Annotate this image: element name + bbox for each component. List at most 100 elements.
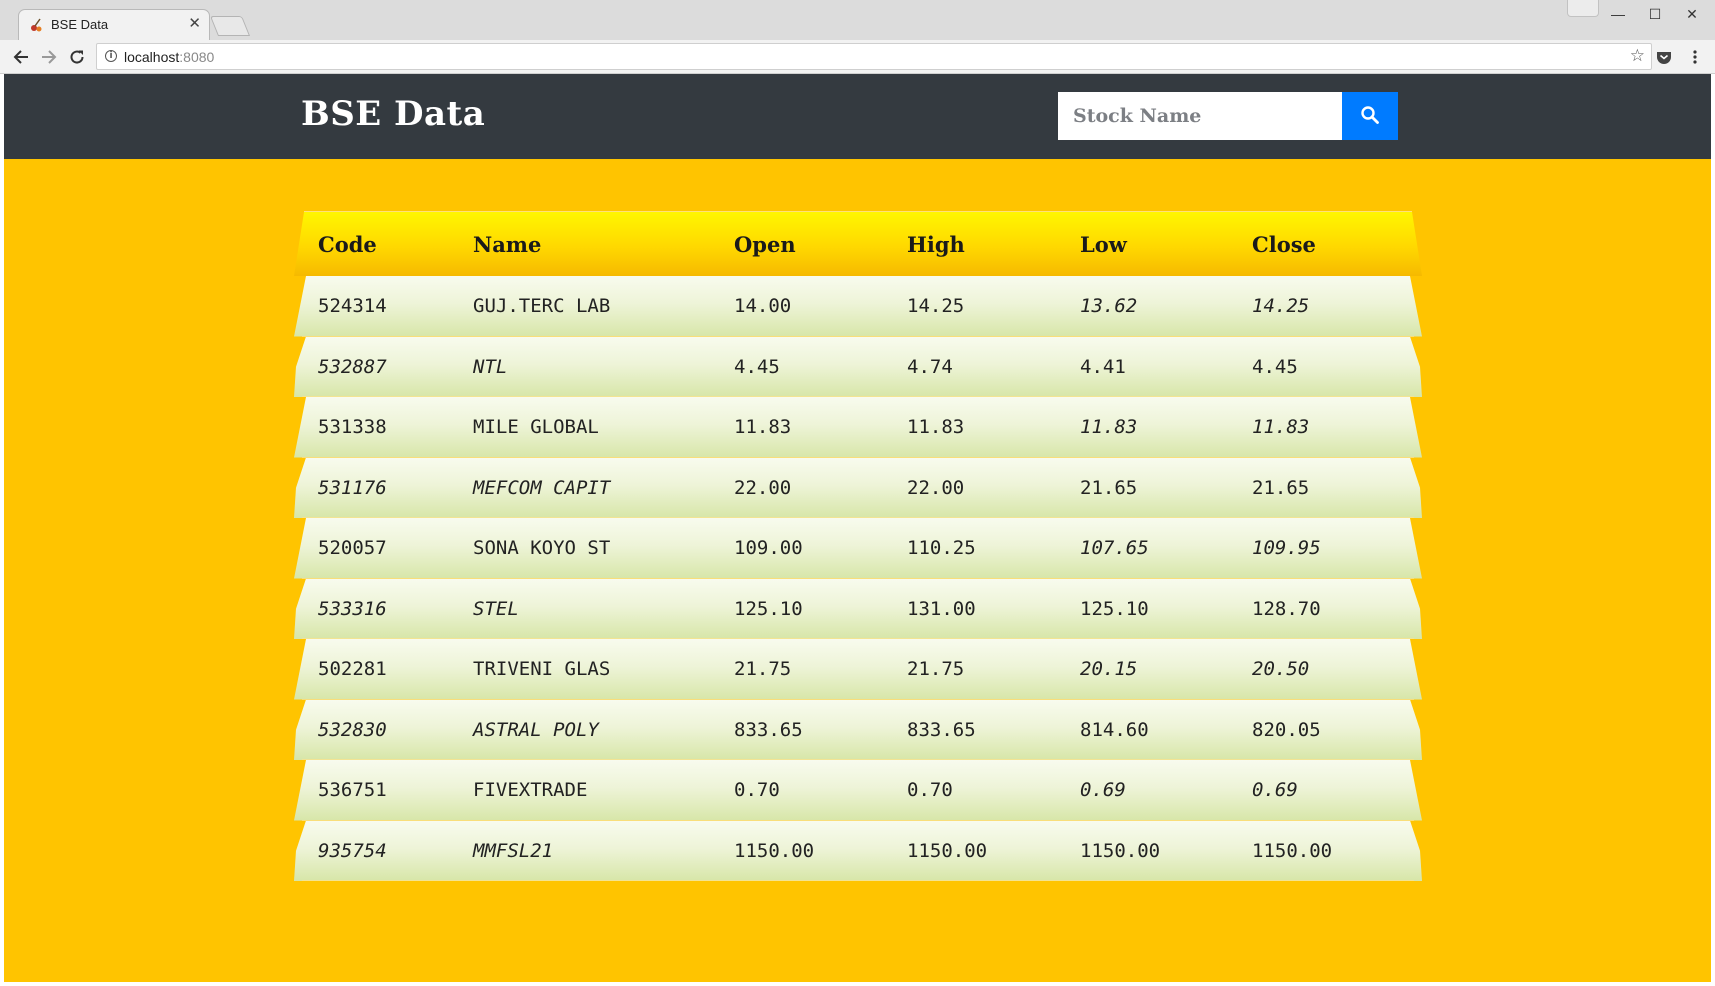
cell-code: 524314 bbox=[318, 295, 387, 318]
cell-close: 820.05 bbox=[1252, 718, 1321, 741]
tab-close-icon[interactable]: ✕ bbox=[188, 15, 201, 33]
navbar: BSE Data bbox=[4, 74, 1711, 159]
minimize-icon[interactable]: — bbox=[1600, 6, 1636, 22]
cell-close: 0.69 bbox=[1252, 779, 1298, 802]
cell-high: 11.83 bbox=[907, 416, 965, 439]
column-header-close[interactable]: Close bbox=[1252, 212, 1316, 276]
search-icon bbox=[1360, 105, 1380, 128]
cell-low: 0.69 bbox=[1080, 779, 1126, 802]
table-header-row: Code Name Open High Low Close bbox=[294, 212, 1422, 276]
search-button[interactable] bbox=[1342, 92, 1398, 140]
stock-table: Code Name Open High Low Close 524314 GUJ.… bbox=[294, 211, 1422, 881]
cell-high: 0.70 bbox=[907, 779, 953, 802]
cell-close: 109.95 bbox=[1252, 537, 1321, 560]
cell-low: 125.10 bbox=[1080, 597, 1149, 620]
cell-low: 814.60 bbox=[1080, 718, 1149, 741]
address-bar[interactable]: i localhost:8080 ☆ bbox=[96, 43, 1652, 70]
profile-button[interactable] bbox=[1567, 0, 1599, 17]
maximize-icon[interactable]: ☐ bbox=[1637, 6, 1673, 23]
cell-code: 531176 bbox=[318, 476, 387, 499]
cell-name: NTL bbox=[473, 355, 508, 378]
cell-high: 833.65 bbox=[907, 718, 976, 741]
cell-code: 532830 bbox=[318, 718, 387, 741]
cell-code: 532887 bbox=[318, 355, 387, 378]
cell-low: 107.65 bbox=[1080, 537, 1149, 560]
cell-name: FIVEXTRADE bbox=[473, 779, 588, 802]
column-header-name[interactable]: Name bbox=[473, 212, 541, 276]
reload-icon[interactable] bbox=[65, 45, 89, 69]
page-viewport: BSE Data Code Name Open High Low Close 5… bbox=[4, 74, 1711, 982]
info-icon[interactable]: i bbox=[105, 50, 117, 62]
cell-close: 11.83 bbox=[1252, 416, 1310, 439]
cell-open: 125.10 bbox=[734, 597, 803, 620]
menu-icon[interactable] bbox=[1683, 45, 1707, 69]
cell-high: 110.25 bbox=[907, 537, 976, 560]
cell-high: 14.25 bbox=[907, 295, 965, 318]
cell-close: 4.45 bbox=[1252, 355, 1298, 378]
cell-high: 1150.00 bbox=[907, 839, 988, 862]
column-header-open[interactable]: Open bbox=[734, 212, 796, 276]
forward-icon[interactable] bbox=[37, 45, 61, 69]
cell-low: 13.62 bbox=[1080, 295, 1138, 318]
url-text: localhost:8080 bbox=[124, 49, 215, 65]
table-row[interactable]: 520057 SONA KOYO ST 109.00 110.25 107.65 109.… bbox=[294, 518, 1422, 579]
cell-code: 533316 bbox=[318, 597, 387, 620]
cell-open: 22.00 bbox=[734, 476, 792, 499]
favicon-icon bbox=[29, 17, 45, 33]
cell-code: 536751 bbox=[318, 779, 387, 802]
cell-close: 20.50 bbox=[1252, 658, 1310, 681]
table-row[interactable]: 502281 TRIVENI GLAS 21.75 21.75 20.15 20.50 bbox=[294, 639, 1422, 700]
cell-low: 4.41 bbox=[1080, 355, 1126, 378]
pocket-icon[interactable] bbox=[1652, 45, 1676, 69]
cell-name: MILE GLOBAL bbox=[473, 416, 599, 439]
column-header-low[interactable]: Low bbox=[1080, 212, 1127, 276]
cell-open: 4.45 bbox=[734, 355, 780, 378]
cell-open: 14.00 bbox=[734, 295, 792, 318]
cell-high: 131.00 bbox=[907, 597, 976, 620]
table-row[interactable]: 524314 GUJ.TERC LAB 14.00 14.25 13.62 14.25 bbox=[294, 276, 1422, 337]
window-close-icon[interactable]: ✕ bbox=[1674, 6, 1710, 23]
cell-open: 0.70 bbox=[734, 779, 780, 802]
table-row[interactable]: 536751 FIVEXTRADE 0.70 0.70 0.69 0.69 bbox=[294, 760, 1422, 821]
cell-name: MMFSL21 bbox=[473, 839, 554, 862]
table-row[interactable]: 532887 NTL 4.45 4.74 4.41 4.45 bbox=[294, 337, 1422, 397]
cell-low: 21.65 bbox=[1080, 476, 1138, 499]
column-header-high[interactable]: High bbox=[907, 212, 965, 276]
column-header-code[interactable]: Code bbox=[318, 212, 377, 276]
table-row[interactable]: 935754 MMFSL21 1150.00 1150.00 1150.00 1150.0… bbox=[294, 821, 1422, 881]
cell-low: 20.15 bbox=[1080, 658, 1138, 681]
cell-open: 833.65 bbox=[734, 718, 803, 741]
cell-open: 1150.00 bbox=[734, 839, 815, 862]
table-row[interactable]: 533316 STEL 125.10 131.00 125.10 128.70 bbox=[294, 579, 1422, 639]
table-body: 524314 GUJ.TERC LAB 14.00 14.25 13.62 14.25 53… bbox=[294, 276, 1422, 881]
cell-name: STEL bbox=[473, 597, 519, 620]
browser-tab[interactable]: BSE Data ✕ bbox=[18, 9, 210, 40]
cell-open: 11.83 bbox=[734, 416, 792, 439]
cell-code: 935754 bbox=[318, 839, 387, 862]
cell-name: TRIVENI GLAS bbox=[473, 658, 611, 681]
cell-close: 1150.00 bbox=[1252, 839, 1333, 862]
table-row[interactable]: 531176 MEFCOM CAPIT 22.00 22.00 21.65 21.65 bbox=[294, 458, 1422, 518]
cell-code: 502281 bbox=[318, 658, 387, 681]
cell-code: 520057 bbox=[318, 537, 387, 560]
cell-low: 11.83 bbox=[1080, 416, 1138, 439]
cell-close: 128.70 bbox=[1252, 597, 1321, 620]
cell-name: ASTRAL POLY bbox=[473, 718, 599, 741]
cell-open: 21.75 bbox=[734, 658, 792, 681]
new-tab-button[interactable] bbox=[209, 16, 251, 36]
table-row[interactable]: 531338 MILE GLOBAL 11.83 11.83 11.83 11.83 bbox=[294, 397, 1422, 458]
tab-title: BSE Data bbox=[51, 17, 109, 32]
cell-close: 14.25 bbox=[1252, 295, 1310, 318]
cell-name: SONA KOYO ST bbox=[473, 537, 611, 560]
table-row[interactable]: 532830 ASTRAL POLY 833.65 833.65 814.60 820.0… bbox=[294, 700, 1422, 760]
brand-title[interactable]: BSE Data bbox=[301, 94, 485, 134]
cell-high: 21.75 bbox=[907, 658, 965, 681]
back-icon[interactable] bbox=[9, 45, 33, 69]
cell-name: GUJ.TERC LAB bbox=[473, 295, 611, 318]
cell-code: 531338 bbox=[318, 416, 387, 439]
search-input[interactable] bbox=[1058, 92, 1342, 140]
browser-toolbar: i localhost:8080 ☆ bbox=[0, 40, 1715, 74]
cell-low: 1150.00 bbox=[1080, 839, 1161, 862]
cell-name: MEFCOM CAPIT bbox=[473, 476, 611, 499]
star-icon[interactable]: ☆ bbox=[1630, 46, 1645, 66]
